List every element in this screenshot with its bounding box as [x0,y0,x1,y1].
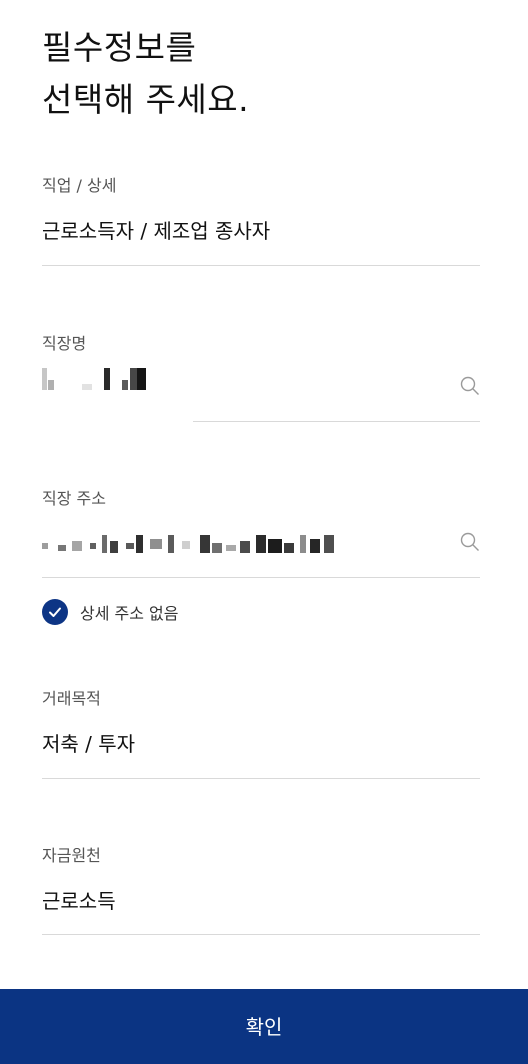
page-title-line-1: 필수정보를 [42,28,197,67]
occupation-label: 직업 / 상세 [42,176,117,195]
workplace-search-icon[interactable] [460,376,480,396]
page-title-line-2: 선택해 주세요. [42,80,250,119]
workplace-address-field[interactable]: 직장 주소 [42,488,480,510]
workplace-value-redacted[interactable] [42,368,154,390]
fund-source-value[interactable]: 근로소득 [42,887,480,915]
occupation-value[interactable]: 근로소득자 / 제조업 종사자 [42,217,480,245]
occupation-field[interactable]: 직업 / 상세 근로소득자 / 제조업 종사자 [42,175,480,245]
purpose-divider [42,778,480,779]
check-circle[interactable] [42,599,68,625]
workplace-field[interactable]: 직장명 [42,333,480,355]
occupation-divider [42,265,480,266]
workplace-address-value-redacted[interactable] [42,535,334,553]
workplace-address-label: 직장 주소 [42,489,106,508]
confirm-button[interactable]: 확인 [0,989,528,1064]
workplace-address-divider [42,577,480,578]
fund-source-field[interactable]: 자금원천 근로소득 [42,845,480,915]
workplace-label: 직장명 [42,334,87,353]
workplace-divider [193,421,480,422]
no-detail-address-checkbox[interactable]: 상세 주소 없음 [42,599,179,625]
fund-source-divider [42,934,480,935]
fund-source-label: 자금원천 [42,846,101,865]
purpose-label: 거래목적 [42,689,101,708]
page-title: 필수정보를 선택해 주세요. [42,22,249,126]
check-icon [49,607,61,617]
purpose-field[interactable]: 거래목적 저축 / 투자 [42,688,480,758]
workplace-address-search-icon[interactable] [460,532,480,552]
no-detail-address-label: 상세 주소 없음 [80,604,179,623]
purpose-value[interactable]: 저축 / 투자 [42,730,480,758]
